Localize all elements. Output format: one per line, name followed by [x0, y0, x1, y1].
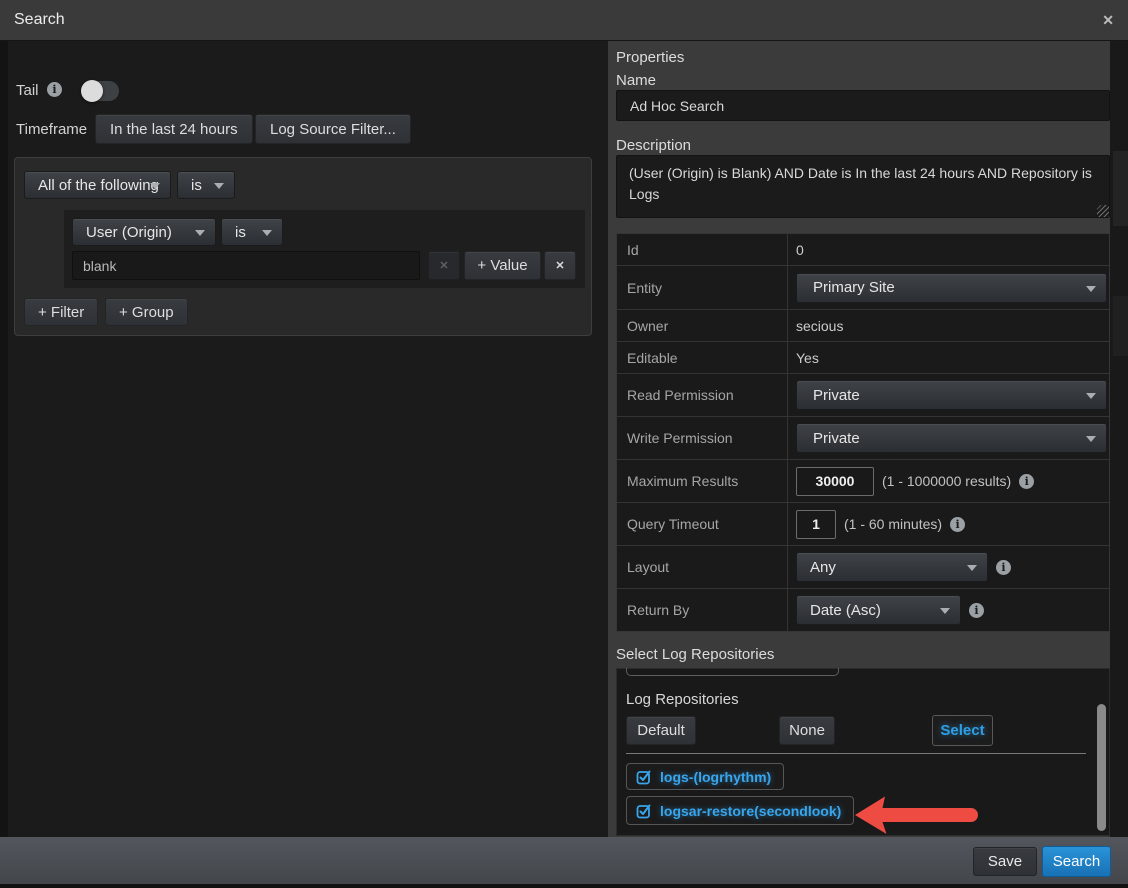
search-button[interactable]: Search — [1042, 846, 1111, 877]
write-permission-label: Write Permission — [617, 417, 788, 459]
description-textarea[interactable]: (User (Origin) is Blank) AND Date is In … — [616, 155, 1110, 218]
chevron-down-icon — [262, 230, 272, 236]
select-log-repositories-label: Select Log Repositories — [616, 646, 774, 663]
filter-condition-dropdown[interactable]: is — [221, 218, 283, 246]
filter-group-box: All of the following is User (Origin) is… — [14, 157, 592, 336]
query-timeout-label: Query Timeout — [617, 503, 788, 545]
add-filter-button[interactable]: + Filter — [24, 298, 98, 326]
query-timeout-hint: (1 - 60 minutes) — [844, 516, 942, 532]
table-row-read-permission: Read Permission Private — [617, 374, 1109, 417]
return-by-label: Return By — [617, 589, 788, 631]
repository-checkbox-logs-logrhythm[interactable]: logs-(logrhythm) — [626, 763, 784, 790]
return-by-dropdown[interactable]: Date (Asc) — [796, 595, 961, 625]
remove-value-button[interactable]: ✕ — [428, 251, 460, 280]
owner-value: secious — [796, 318, 843, 334]
background-artifact — [1113, 151, 1128, 226]
scrolled-item-partial — [626, 668, 839, 676]
properties-content: Properties Name Description (User (Origi… — [608, 41, 1110, 837]
table-row-id: Id 0 — [617, 234, 1109, 266]
default-button[interactable]: Default — [626, 716, 696, 745]
layout-label: Layout — [617, 546, 788, 588]
filter-row-box: User (Origin) is ✕ + Value ✕ — [63, 209, 586, 289]
table-row-entity: Entity Primary Site — [617, 266, 1109, 310]
tail-toggle[interactable] — [82, 81, 119, 101]
filter-value-input[interactable] — [72, 251, 420, 280]
checkbox-checked-icon — [636, 769, 652, 785]
chevron-down-icon — [150, 183, 160, 189]
chevron-down-icon — [967, 565, 977, 571]
tail-info-icon[interactable]: i — [47, 82, 62, 97]
table-row-editable: Editable Yes — [617, 342, 1109, 374]
add-value-button[interactable]: + Value — [464, 251, 541, 280]
dialog-title: Search — [14, 11, 65, 29]
owner-label: Owner — [617, 310, 788, 341]
layout-dropdown[interactable]: Any — [796, 552, 988, 582]
chevron-down-icon — [1086, 436, 1096, 442]
filter-field-dropdown[interactable]: User (Origin) — [72, 218, 216, 246]
close-icon[interactable]: ✕ — [1102, 12, 1114, 29]
chevron-down-icon — [214, 183, 224, 189]
search-dialog: Search ✕ Tail i Timeframe In the last 24… — [0, 0, 1128, 888]
chevron-down-icon — [195, 230, 205, 236]
dialog-footer — [0, 837, 1128, 884]
chevron-down-icon — [1086, 286, 1096, 292]
editable-value: Yes — [796, 350, 819, 366]
id-value: 0 — [796, 242, 804, 258]
table-row-write-permission: Write Permission Private — [617, 417, 1109, 460]
group-condition-dropdown[interactable]: is — [177, 171, 235, 199]
editable-label: Editable — [617, 342, 788, 373]
entity-dropdown[interactable]: Primary Site — [796, 273, 1107, 303]
write-permission-dropdown[interactable]: Private — [796, 423, 1107, 453]
query-timeout-info-icon[interactable]: i — [950, 517, 965, 532]
log-repositories-header: Log Repositories — [626, 691, 739, 708]
repository-checkbox-logsar-restore[interactable]: logsar-restore(secondlook) — [626, 796, 854, 825]
max-results-input[interactable] — [796, 467, 874, 496]
scrollbar-thumb[interactable] — [1097, 704, 1106, 831]
table-row-return-by: Return By Date (Asc) i — [617, 589, 1109, 631]
query-timeout-input[interactable] — [796, 510, 836, 539]
repository-label: logs-(logrhythm) — [660, 769, 771, 785]
chevron-down-icon — [1086, 393, 1096, 399]
repository-label: logsar-restore(secondlook) — [660, 803, 841, 819]
remove-filter-button[interactable]: ✕ — [544, 251, 576, 280]
save-button[interactable]: Save — [973, 847, 1037, 876]
read-permission-dropdown[interactable]: Private — [796, 380, 1107, 410]
background-artifact — [1113, 296, 1128, 356]
timeframe-label: Timeframe — [16, 121, 87, 138]
background-right-strip — [1110, 41, 1128, 837]
table-row-owner: Owner secious — [617, 310, 1109, 342]
log-repositories-panel: Log Repositories Default None Select log… — [616, 668, 1110, 836]
table-row-max-results: Maximum Results (1 - 1000000 results) i — [617, 460, 1109, 503]
checkbox-checked-icon — [636, 803, 652, 819]
properties-table: Id 0 Entity Primary Site Owner secious E… — [616, 233, 1110, 632]
table-row-layout: Layout Any i — [617, 546, 1109, 589]
layout-info-icon[interactable]: i — [996, 560, 1011, 575]
id-label: Id — [617, 234, 788, 265]
dialog-titlebar: Search ✕ — [0, 0, 1128, 41]
chevron-down-icon — [940, 608, 950, 614]
read-permission-label: Read Permission — [617, 374, 788, 416]
add-group-button[interactable]: + Group — [105, 298, 188, 326]
return-by-info-icon[interactable]: i — [969, 603, 984, 618]
table-row-query-timeout: Query Timeout (1 - 60 minutes) i — [617, 503, 1109, 546]
tail-toggle-knob — [81, 80, 103, 102]
group-operator-dropdown[interactable]: All of the following — [24, 171, 171, 199]
tail-label: Tail — [16, 82, 39, 99]
entity-label: Entity — [617, 266, 788, 309]
properties-header: Properties — [616, 49, 684, 66]
log-source-filter-button[interactable]: Log Source Filter... — [255, 114, 411, 144]
divider — [626, 753, 1086, 754]
max-results-hint: (1 - 1000000 results) — [882, 473, 1011, 489]
max-results-info-icon[interactable]: i — [1019, 474, 1034, 489]
description-label: Description — [616, 137, 691, 154]
none-button[interactable]: None — [779, 716, 835, 745]
max-results-label: Maximum Results — [617, 460, 788, 502]
select-button[interactable]: Select — [932, 715, 993, 746]
resize-handle-icon[interactable] — [1097, 205, 1109, 217]
timeframe-button[interactable]: In the last 24 hours — [95, 114, 253, 144]
name-label: Name — [616, 72, 656, 89]
background-bottom-strip — [0, 884, 1128, 888]
background-left-strip — [0, 41, 8, 837]
name-input[interactable] — [616, 90, 1110, 121]
